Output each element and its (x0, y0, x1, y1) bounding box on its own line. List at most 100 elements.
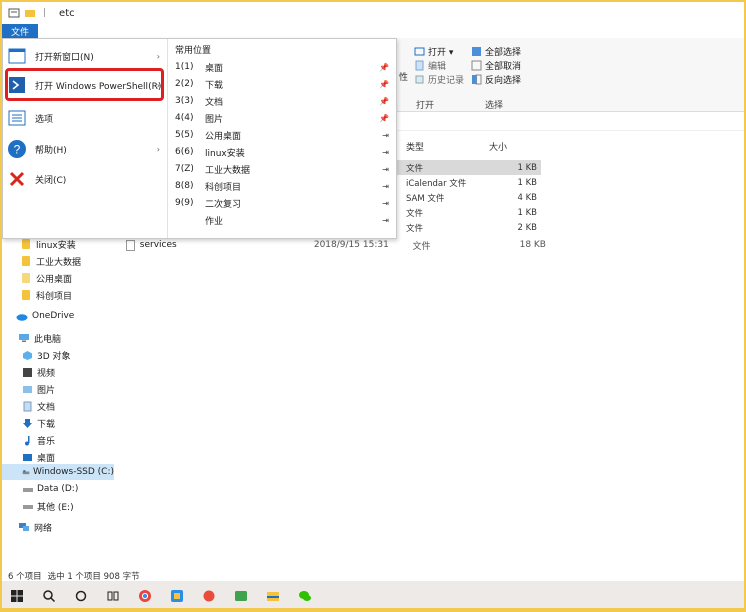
nav-item-videos[interactable]: 视频 (22, 364, 55, 380)
new-window-icon (8, 48, 26, 64)
recent-item[interactable]: 6(6) linux安装 ⇥ (175, 144, 393, 160)
recent-item[interactable]: 2(2) 下载 📌 (175, 76, 393, 92)
table-row[interactable]: 文件 1 KB (397, 205, 541, 220)
nav-item-label: 网络 (34, 523, 53, 534)
recent-item[interactable]: 1(1) 桌面 📌 (175, 59, 393, 75)
nav-item-label: 3D 对象 (37, 351, 71, 362)
select-none-button[interactable]: 全部取消 (471, 58, 521, 72)
task-view-icon[interactable] (106, 589, 120, 603)
recent-places-title: 常用位置 (175, 46, 212, 56)
recent-item[interactable]: 3(3) 文档 📌 (175, 93, 393, 109)
unpin-icon[interactable]: ⇥ (382, 165, 389, 174)
invert-selection-icon (472, 74, 482, 84)
nav-item-music[interactable]: 音乐 (22, 432, 55, 448)
file-size: 2 KB (517, 222, 537, 233)
recent-item[interactable]: 9(9) 二次复习 ⇥ (175, 195, 393, 211)
unpin-icon[interactable]: ⇥ (382, 199, 389, 208)
file-size: 1 KB (517, 162, 537, 173)
history-icon (415, 75, 424, 83)
unpin-icon[interactable]: ⇥ (382, 131, 389, 140)
column-header-type[interactable]: 类型 (406, 140, 424, 153)
tab-file[interactable]: 文件 (2, 24, 38, 38)
screen-app-icon[interactable] (170, 589, 184, 603)
table-row[interactable]: 文件 1 KB (397, 160, 541, 175)
table-row[interactable]: services 2018/9/15 15:31 文件 18 KB (126, 238, 546, 252)
nav-item-label: 图片 (37, 385, 56, 396)
table-row[interactable]: 文件 2 KB (397, 220, 541, 235)
nav-item-drive-e[interactable]: 其他 (E:) (22, 498, 74, 514)
chrome-icon[interactable] (138, 589, 152, 603)
ribbon-group-select-label: 选择 (485, 101, 504, 111)
recent-item[interactable]: 4(4) 图片 📌 (175, 110, 393, 126)
drive-icon (23, 504, 33, 509)
recent-item[interactable]: 5(5) 公用桌面 ⇥ (175, 127, 393, 143)
menu-item-help[interactable]: ? 帮助(H) › (7, 136, 164, 162)
media-app-icon[interactable] (234, 589, 248, 603)
select-all-icon (472, 46, 481, 56)
recent-item[interactable]: 7(Z) 工业大数据 ⇥ (175, 161, 393, 177)
unpin-icon[interactable]: ⇥ (382, 216, 389, 225)
recent-item-number: 5(5) (175, 130, 194, 140)
recent-item[interactable]: 8(8) 科创项目 ⇥ (175, 178, 393, 194)
nav-item-drive-d[interactable]: Data (D:) (22, 481, 78, 497)
edit-button[interactable]: 编辑 (414, 58, 464, 72)
file-name: services (139, 240, 177, 250)
open-dropdown-button[interactable]: 打开 ▾ (414, 44, 464, 58)
nav-item-label: 文档 (37, 402, 56, 413)
pin-icon[interactable]: 📌 (379, 97, 389, 106)
file-type: iCalendar 文件 (406, 178, 467, 189)
svg-text:?: ? (14, 143, 21, 157)
nav-item-pictures[interactable]: 图片 (22, 381, 55, 397)
file-type: SAM 文件 (406, 193, 445, 204)
nav-item-label: 此电脑 (34, 334, 62, 345)
menu-item-options[interactable]: 选项 (7, 105, 164, 131)
file-menu: 打开新窗口(N) › 打开 Windows PowerShell(R) › 选项… (2, 38, 397, 239)
nav-item-onedrive[interactable]: OneDrive (16, 308, 74, 324)
select-all-button[interactable]: 全部选择 (471, 44, 521, 58)
menu-item-new-window[interactable]: 打开新窗口(N) › (7, 43, 164, 69)
unpin-icon[interactable]: ⇥ (382, 148, 389, 157)
ribbon-group-select: 全部选择 全部取消 反向选择 (471, 44, 521, 86)
history-button[interactable]: 历史记录 (414, 72, 464, 86)
windows-start-icon[interactable] (10, 589, 24, 603)
recent-item[interactable]: 作业 ⇥ (175, 212, 393, 228)
table-row[interactable]: SAM 文件 4 KB (397, 190, 541, 205)
options-icon (8, 110, 26, 126)
nav-item-this-pc[interactable]: 此电脑 (18, 330, 61, 346)
recent-item-number: 7(Z) (175, 164, 194, 174)
nav-item-public-desktop[interactable]: 公用桌面 (22, 270, 72, 286)
nav-item-label: 音乐 (37, 436, 56, 447)
nav-item-downloads[interactable]: 下载 (22, 415, 55, 431)
recent-item-number: 2(2) (175, 79, 194, 89)
nav-item-industry-data[interactable]: 工业大数据 (22, 253, 81, 269)
unpin-icon[interactable]: ⇥ (382, 182, 389, 191)
nav-item-3d-objects[interactable]: 3D 对象 (22, 347, 71, 363)
nav-item-drive-c[interactable]: Windows-SSD (C:) (2, 464, 114, 480)
pin-icon[interactable]: 📌 (379, 114, 389, 123)
wechat-icon[interactable] (298, 589, 312, 603)
nav-item-projects[interactable]: 科创项目 (22, 287, 72, 303)
submenu-arrow: › (156, 51, 160, 61)
invert-selection-button[interactable]: 反向选择 (471, 72, 521, 86)
nav-item-documents[interactable]: 文档 (22, 398, 55, 414)
pin-icon[interactable]: 📌 (379, 80, 389, 89)
search-icon[interactable] (42, 589, 56, 603)
highlight-annotation (5, 68, 164, 101)
menu-item-close[interactable]: 关闭(C) (7, 166, 164, 192)
drive-icon (23, 487, 33, 492)
file-explorer-icon[interactable] (266, 589, 280, 603)
folder-icon (22, 290, 30, 300)
nav-item-desktop[interactable]: 桌面 (22, 449, 55, 465)
pin-icon[interactable]: 📌 (379, 63, 389, 72)
properties-icon[interactable] (8, 7, 20, 19)
music-icon (25, 435, 30, 445)
snail-app-icon[interactable] (202, 589, 216, 603)
recent-item-name: 工业大数据 (205, 165, 251, 176)
menu-item-label: 帮助(H) (35, 145, 67, 156)
nav-item-network[interactable]: 网络 (18, 519, 52, 535)
close-icon (9, 171, 25, 187)
table-row[interactable]: iCalendar 文件 1 KB (397, 175, 541, 190)
cortana-icon[interactable] (74, 589, 88, 603)
new-folder-icon[interactable] (24, 7, 36, 19)
column-header-size[interactable]: 大小 (489, 140, 507, 153)
